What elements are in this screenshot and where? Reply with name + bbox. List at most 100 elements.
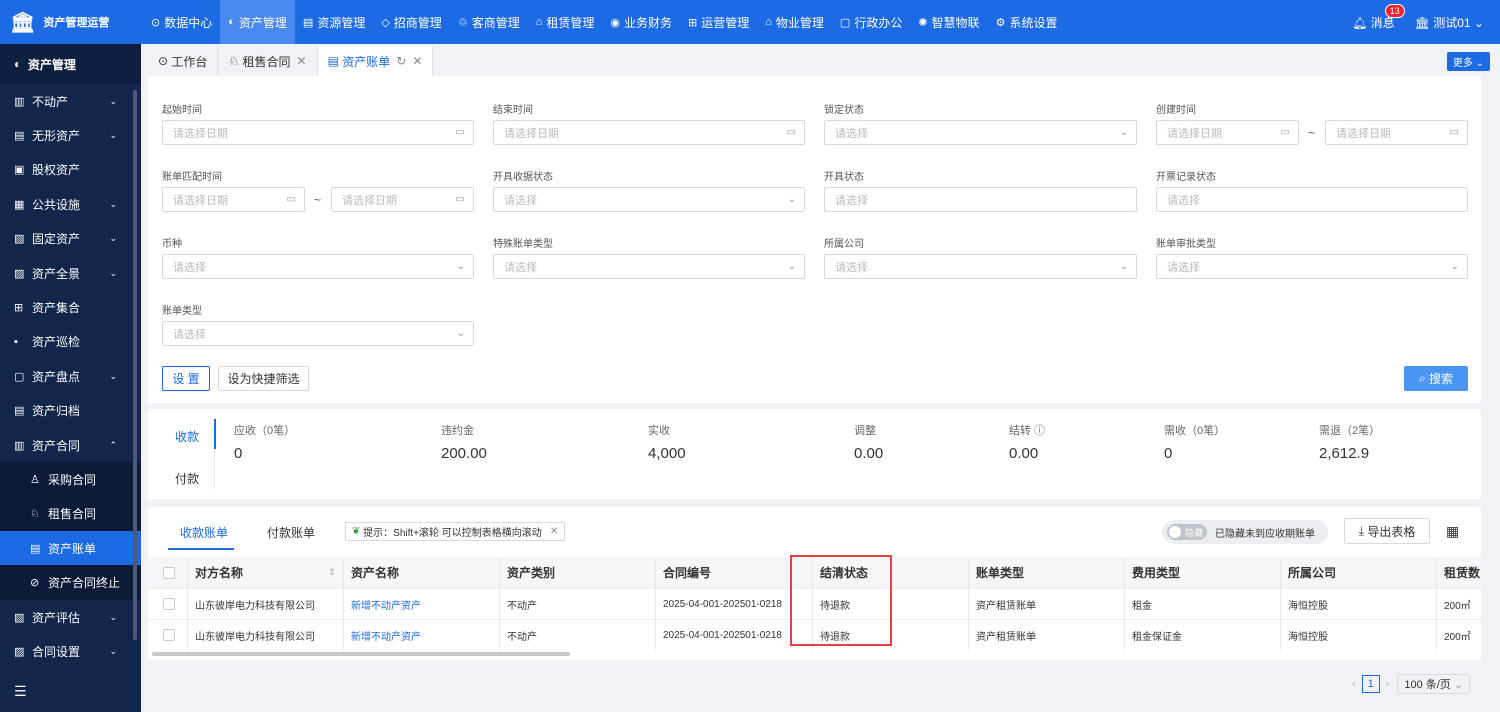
- quick-filter-button[interactable]: 设为快捷筛选: [218, 366, 309, 391]
- tab-lease-contract[interactable]: ♘ 租售合同 ✕: [218, 46, 318, 76]
- special-bill-select[interactable]: 请选择 ⌄: [493, 254, 805, 279]
- active-tab-underline: [168, 548, 234, 550]
- close-icon[interactable]: ✕: [412, 54, 422, 68]
- tab-payable[interactable]: 付款: [175, 470, 199, 487]
- tab-workbench[interactable]: ⊙ 工作台: [148, 46, 219, 76]
- search-button[interactable]: ⌕ 搜索: [1404, 366, 1468, 391]
- sidebar-scrollbar[interactable]: [133, 90, 137, 640]
- nav-item-finance[interactable]: ◉ 业务财务: [602, 0, 680, 44]
- receipt-status-select[interactable]: 请选择 ⌄: [493, 187, 805, 212]
- select-all-checkbox[interactable]: [163, 567, 175, 579]
- filter-label: 起始时间: [162, 105, 202, 116]
- table-cell: 资产租赁账单: [976, 631, 1036, 643]
- sidebar-item-equity[interactable]: ▣ 股权资产: [0, 153, 141, 187]
- nav-item-data-center[interactable]: ⊙ 数据中心: [143, 0, 220, 44]
- row-checkbox[interactable]: [163, 629, 175, 641]
- bill-type-select[interactable]: 请选择 ⌄: [162, 321, 474, 346]
- sidebar-item-real-estate[interactable]: ▥ 不动产 ⌄: [0, 84, 141, 118]
- sidebar-item-inspection[interactable]: ▪ 资产巡检: [0, 325, 141, 359]
- toggle-switch[interactable]: 隐藏: [1167, 524, 1207, 540]
- settings-button[interactable]: 设 置: [162, 366, 210, 391]
- nav-item-investment[interactable]: ◇ 招商管理: [373, 0, 449, 44]
- nav-item-property[interactable]: ⌂ 物业管理: [757, 0, 832, 44]
- table-cell: 租金保证金: [1132, 631, 1182, 643]
- bill-icon: ▤: [327, 54, 343, 68]
- refresh-icon[interactable]: ↻: [396, 54, 406, 68]
- nav-item-iot[interactable]: ✺ 智慧物联: [910, 0, 987, 44]
- more-tabs-button[interactable]: 更多 ⌄: [1446, 52, 1490, 71]
- created-end-input[interactable]: 请选择日期 ▭: [1325, 120, 1468, 145]
- column-header[interactable]: 对方名称: [195, 557, 244, 588]
- page-number[interactable]: 1: [1361, 675, 1380, 693]
- nav-item-resource[interactable]: ▤ 资源管理: [295, 0, 373, 44]
- inspection-icon: ▪: [14, 335, 18, 348]
- close-icon[interactable]: ✕: [297, 54, 307, 68]
- column-settings-icon[interactable]: ▦: [1446, 523, 1459, 540]
- lock-status-select[interactable]: 请选择 ⌄: [824, 120, 1137, 145]
- stat-value: 200.00: [441, 445, 487, 462]
- asset-name-link[interactable]: 新增不动产资产: [351, 620, 421, 650]
- row-checkbox[interactable]: [163, 598, 175, 610]
- tab-payment-bill[interactable]: 付款账单: [267, 524, 315, 541]
- sidebar-item-collection[interactable]: ⊞ 资产集合: [0, 290, 141, 324]
- chevron-down-icon: ⌄: [109, 611, 117, 622]
- column-divider: [968, 557, 969, 650]
- filter-label: 创建时间: [1156, 105, 1196, 116]
- issue-status-input[interactable]: 请选择: [824, 187, 1137, 212]
- user-menu[interactable]: 🏛 测试01 ⌄: [1415, 14, 1484, 31]
- export-button[interactable]: ⤓ 导出表格: [1344, 518, 1430, 544]
- start-date-input[interactable]: 请选择日期 ▭: [162, 120, 474, 145]
- nav-item-settings[interactable]: ⚙ 系统设置: [988, 0, 1066, 44]
- sidebar-item-inventory[interactable]: ▢ 资产盘点 ⌄: [0, 359, 141, 393]
- message-button[interactable]: 🔔︎ 消息 13: [1352, 3, 1405, 31]
- scroll-tip: ❦ 提示：Shift+滚轮 可以控制表格横向滚动 ✕: [345, 522, 566, 541]
- tab-asset-bill[interactable]: ▤ 资产账单 ↻ ✕: [317, 46, 434, 76]
- chevron-down-icon: ⌄: [1119, 127, 1128, 138]
- prev-page-icon[interactable]: ‹: [1352, 678, 1356, 690]
- hide-unreached-toggle[interactable]: 隐藏 已隐藏未到应收期账单: [1162, 520, 1328, 544]
- sort-icon[interactable]: ⇕: [328, 557, 336, 588]
- sidebar-item-evaluation[interactable]: ▧ 资产评估 ⌄: [0, 600, 141, 634]
- sidebar-item-fixed-asset[interactable]: ▧ 固定资产 ⌄: [0, 222, 141, 256]
- sidebar-item-panorama[interactable]: ▨ 资产全景 ⌄: [0, 256, 141, 290]
- nav-item-operation[interactable]: ⊞ 运营管理: [680, 0, 757, 44]
- nav-item-customer[interactable]: ♲ 客商管理: [450, 0, 528, 44]
- info-icon[interactable]: ⓘ: [1034, 425, 1045, 437]
- next-page-icon[interactable]: ›: [1386, 678, 1390, 690]
- app-logo[interactable]: 🏛 资产管理运营: [0, 0, 141, 44]
- sidebar-item-archive[interactable]: ▤ 资产归档: [0, 394, 141, 428]
- sidebar-item-contract-termination[interactable]: ⊘ 资产合同终止: [0, 565, 141, 599]
- sidebar-item-intangible[interactable]: ▤ 无形资产 ⌄: [0, 118, 141, 152]
- sidebar-item-lease-contract[interactable]: ♘ 租售合同: [0, 497, 141, 531]
- equity-icon: ▣: [14, 164, 25, 177]
- nav-item-office[interactable]: ▢ 行政办公: [832, 0, 910, 44]
- sidebar-item-public-facility[interactable]: ▦ 公共设施 ⌄: [0, 187, 141, 221]
- close-icon[interactable]: ✕: [550, 526, 558, 537]
- sidebar-item-contract-settings[interactable]: ▨ 合同设置 ⌄: [0, 634, 141, 668]
- column-divider: [1280, 557, 1281, 650]
- match-end-input[interactable]: 请选择日期 ▭: [331, 187, 474, 212]
- filter-label: 特殊账单类型: [493, 239, 553, 250]
- sidebar-item-purchase-contract[interactable]: ♙ 采购合同: [0, 462, 141, 496]
- nav-item-lease[interactable]: ⌂ 租赁管理: [528, 0, 603, 44]
- match-start-input[interactable]: 请选择日期 ▭: [162, 187, 305, 212]
- column-divider: [343, 557, 344, 650]
- invoice-record-input[interactable]: 请选择: [1156, 187, 1468, 212]
- sidebar-item-asset-bill[interactable]: ▤ 资产账单: [0, 531, 141, 566]
- chevron-up-icon: ⌃: [109, 439, 117, 450]
- building-icon: ▥: [14, 95, 25, 108]
- nav-item-asset-management[interactable]: ◐ 资产管理: [220, 0, 295, 44]
- created-start-input[interactable]: 请选择日期 ▭: [1156, 120, 1299, 145]
- horizontal-scrollbar[interactable]: [152, 652, 570, 656]
- asset-name-link[interactable]: 新增不动产资产: [351, 589, 421, 619]
- currency-select[interactable]: 请选择 ⌄: [162, 254, 474, 279]
- collapse-menu-icon[interactable]: ☰: [14, 683, 27, 700]
- tab-receipt-bill[interactable]: 收款账单: [180, 524, 228, 541]
- company-select[interactable]: 请选择 ⌄: [824, 254, 1137, 279]
- end-date-input[interactable]: 请选择日期 ▭: [493, 120, 805, 145]
- tab-receivable[interactable]: 收款: [175, 428, 199, 445]
- approval-type-select[interactable]: 请选择 ⌄: [1156, 254, 1468, 279]
- sidebar-item-contract[interactable]: ▥ 资产合同 ⌃: [0, 428, 141, 462]
- filter-label: 开票记录状态: [1156, 172, 1216, 183]
- page-size-select[interactable]: 100 条/页 ⌄: [1397, 674, 1471, 694]
